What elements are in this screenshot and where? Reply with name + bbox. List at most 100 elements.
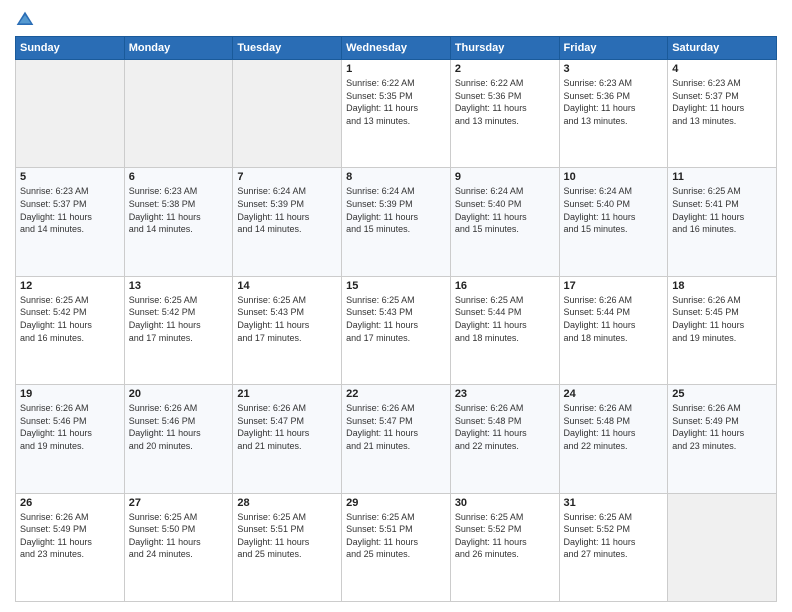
calendar-cell: 25Sunrise: 6:26 AM Sunset: 5:49 PM Dayli… — [668, 385, 777, 493]
day-number: 14 — [237, 280, 337, 292]
day-info: Sunrise: 6:26 AM Sunset: 5:44 PM Dayligh… — [564, 294, 664, 344]
calendar-cell: 23 Sunrise: 6:26 AM Sunset: 5:48 PM Dayli… — [450, 385, 559, 493]
calendar-cell: 18 Sunrise: 6:26 AM Sunset: 5:45 PM Dayli… — [668, 276, 777, 384]
day-number: 12 — [20, 280, 120, 292]
weekday-header-row: SundayMondayTuesdayWednesdayThursdayFrid… — [16, 37, 777, 60]
calendar-cell: 1 Sunrise: 6:22 AM Sunset: 5:35 PM Daylig… — [342, 60, 451, 168]
day-number: 3 — [564, 63, 664, 75]
day-info: Sunrise: 6:25 AM Sunset: 5:41 PM Dayligh… — [672, 185, 772, 235]
calendar-cell: 19 Sunrise: 6:26 AM Sunset: 5:46 PM Dayli… — [16, 385, 125, 493]
day-info: Sunrise: 6:22 AM Sunset: 5:36 PM Dayligh… — [455, 77, 555, 127]
calendar-cell: 14 Sunrise: 6:25 AM Sunset: 5:43 PM Dayli… — [233, 276, 342, 384]
calendar-cell: 7Sunrise: 6:24 AM Sunset: 5:39 PM Daylig… — [233, 168, 342, 276]
day-info: Sunrise: 6:26 AM Sunset: 5:49 PM Dayligh… — [20, 511, 120, 561]
calendar-cell: 5 Sunrise: 6:23 AM Sunset: 5:37 PM Daylig… — [16, 168, 125, 276]
calendar-cell — [668, 493, 777, 601]
calendar-cell: 13 Sunrise: 6:25 AM Sunset: 5:42 PM Dayli… — [124, 276, 233, 384]
day-info: Sunrise: 6:26 AM Sunset: 5:48 PM Dayligh… — [455, 402, 555, 452]
day-number: 4 — [672, 63, 772, 75]
day-info: Sunrise: 6:25 AM Sunset: 5:52 PM Dayligh… — [455, 511, 555, 561]
day-info: Sunrise: 6:25 AM Sunset: 5:43 PM Dayligh… — [346, 294, 446, 344]
calendar-cell: 12 Sunrise: 6:25 AM Sunset: 5:42 PM Dayli… — [16, 276, 125, 384]
day-info: Sunrise: 6:25 AM Sunset: 5:42 PM Dayligh… — [20, 294, 120, 344]
day-number: 8 — [346, 171, 446, 183]
day-number: 24 — [564, 388, 664, 400]
weekday-header-saturday: Saturday — [668, 37, 777, 60]
logo-icon — [15, 10, 35, 30]
day-number: 30 — [455, 497, 555, 509]
calendar-cell — [233, 60, 342, 168]
day-number: 1 — [346, 63, 446, 75]
calendar-week-5: 26 Sunrise: 6:26 AM Sunset: 5:49 PM Dayli… — [16, 493, 777, 601]
header — [15, 10, 777, 30]
day-number: 16 — [455, 280, 555, 292]
calendar-cell: 10Sunrise: 6:24 AM Sunset: 5:40 PM Dayli… — [559, 168, 668, 276]
weekday-header-thursday: Thursday — [450, 37, 559, 60]
calendar-cell: 4Sunrise: 6:23 AM Sunset: 5:37 PM Daylig… — [668, 60, 777, 168]
calendar-cell: 6Sunrise: 6:23 AM Sunset: 5:38 PM Daylig… — [124, 168, 233, 276]
day-number: 23 — [455, 388, 555, 400]
calendar-week-1: 1 Sunrise: 6:22 AM Sunset: 5:35 PM Daylig… — [16, 60, 777, 168]
day-info: Sunrise: 6:25 AM Sunset: 5:52 PM Dayligh… — [564, 511, 664, 561]
calendar-cell: 29 Sunrise: 6:25 AM Sunset: 5:51 PM Dayli… — [342, 493, 451, 601]
day-info: Sunrise: 6:25 AM Sunset: 5:51 PM Dayligh… — [346, 511, 446, 561]
calendar-cell — [124, 60, 233, 168]
calendar-cell: 26 Sunrise: 6:26 AM Sunset: 5:49 PM Dayli… — [16, 493, 125, 601]
day-info: Sunrise: 6:25 AM Sunset: 5:44 PM Dayligh… — [455, 294, 555, 344]
day-info: Sunrise: 6:25 AM Sunset: 5:51 PM Dayligh… — [237, 511, 337, 561]
calendar-table: SundayMondayTuesdayWednesdayThursdayFrid… — [15, 36, 777, 602]
day-info: Sunrise: 6:24 AM Sunset: 5:40 PM Dayligh… — [455, 185, 555, 235]
day-number: 11 — [672, 171, 772, 183]
day-number: 22 — [346, 388, 446, 400]
calendar-cell: 16 Sunrise: 6:25 AM Sunset: 5:44 PM Dayli… — [450, 276, 559, 384]
day-number: 31 — [564, 497, 664, 509]
day-info: Sunrise: 6:25 AM Sunset: 5:43 PM Dayligh… — [237, 294, 337, 344]
calendar-cell: 30 Sunrise: 6:25 AM Sunset: 5:52 PM Dayli… — [450, 493, 559, 601]
calendar-cell: 21 Sunrise: 6:26 AM Sunset: 5:47 PM Dayli… — [233, 385, 342, 493]
day-number: 13 — [129, 280, 229, 292]
calendar-week-2: 5 Sunrise: 6:23 AM Sunset: 5:37 PM Daylig… — [16, 168, 777, 276]
calendar-cell: 11 Sunrise: 6:25 AM Sunset: 5:41 PM Dayli… — [668, 168, 777, 276]
day-info: Sunrise: 6:25 AM Sunset: 5:42 PM Dayligh… — [129, 294, 229, 344]
day-info: Sunrise: 6:26 AM Sunset: 5:47 PM Dayligh… — [346, 402, 446, 452]
day-number: 10 — [564, 171, 664, 183]
day-number: 18 — [672, 280, 772, 292]
calendar-cell: 27Sunrise: 6:25 AM Sunset: 5:50 PM Dayli… — [124, 493, 233, 601]
day-info: Sunrise: 6:26 AM Sunset: 5:48 PM Dayligh… — [564, 402, 664, 452]
day-info: Sunrise: 6:26 AM Sunset: 5:46 PM Dayligh… — [129, 402, 229, 452]
day-info: Sunrise: 6:24 AM Sunset: 5:39 PM Dayligh… — [346, 185, 446, 235]
calendar-cell: 8 Sunrise: 6:24 AM Sunset: 5:39 PM Daylig… — [342, 168, 451, 276]
day-info: Sunrise: 6:22 AM Sunset: 5:35 PM Dayligh… — [346, 77, 446, 127]
page: SundayMondayTuesdayWednesdayThursdayFrid… — [0, 0, 792, 612]
calendar-cell: 17Sunrise: 6:26 AM Sunset: 5:44 PM Dayli… — [559, 276, 668, 384]
weekday-header-tuesday: Tuesday — [233, 37, 342, 60]
calendar-cell: 2 Sunrise: 6:22 AM Sunset: 5:36 PM Daylig… — [450, 60, 559, 168]
calendar-cell: 28 Sunrise: 6:25 AM Sunset: 5:51 PM Dayli… — [233, 493, 342, 601]
calendar-cell: 15 Sunrise: 6:25 AM Sunset: 5:43 PM Dayli… — [342, 276, 451, 384]
day-number: 27 — [129, 497, 229, 509]
logo — [15, 10, 39, 30]
weekday-header-monday: Monday — [124, 37, 233, 60]
day-info: Sunrise: 6:26 AM Sunset: 5:47 PM Dayligh… — [237, 402, 337, 452]
day-number: 29 — [346, 497, 446, 509]
day-number: 19 — [20, 388, 120, 400]
day-info: Sunrise: 6:23 AM Sunset: 5:38 PM Dayligh… — [129, 185, 229, 235]
day-info: Sunrise: 6:23 AM Sunset: 5:36 PM Dayligh… — [564, 77, 664, 127]
calendar-week-3: 12 Sunrise: 6:25 AM Sunset: 5:42 PM Dayli… — [16, 276, 777, 384]
day-number: 5 — [20, 171, 120, 183]
day-info: Sunrise: 6:26 AM Sunset: 5:46 PM Dayligh… — [20, 402, 120, 452]
day-number: 2 — [455, 63, 555, 75]
day-number: 28 — [237, 497, 337, 509]
day-number: 21 — [237, 388, 337, 400]
weekday-header-sunday: Sunday — [16, 37, 125, 60]
day-info: Sunrise: 6:26 AM Sunset: 5:45 PM Dayligh… — [672, 294, 772, 344]
calendar-cell: 22 Sunrise: 6:26 AM Sunset: 5:47 PM Dayli… — [342, 385, 451, 493]
day-number: 7 — [237, 171, 337, 183]
calendar-week-4: 19 Sunrise: 6:26 AM Sunset: 5:46 PM Dayli… — [16, 385, 777, 493]
day-number: 15 — [346, 280, 446, 292]
day-number: 26 — [20, 497, 120, 509]
day-number: 20 — [129, 388, 229, 400]
day-info: Sunrise: 6:23 AM Sunset: 5:37 PM Dayligh… — [20, 185, 120, 235]
calendar-cell: 20 Sunrise: 6:26 AM Sunset: 5:46 PM Dayli… — [124, 385, 233, 493]
calendar-cell: 9Sunrise: 6:24 AM Sunset: 5:40 PM Daylig… — [450, 168, 559, 276]
